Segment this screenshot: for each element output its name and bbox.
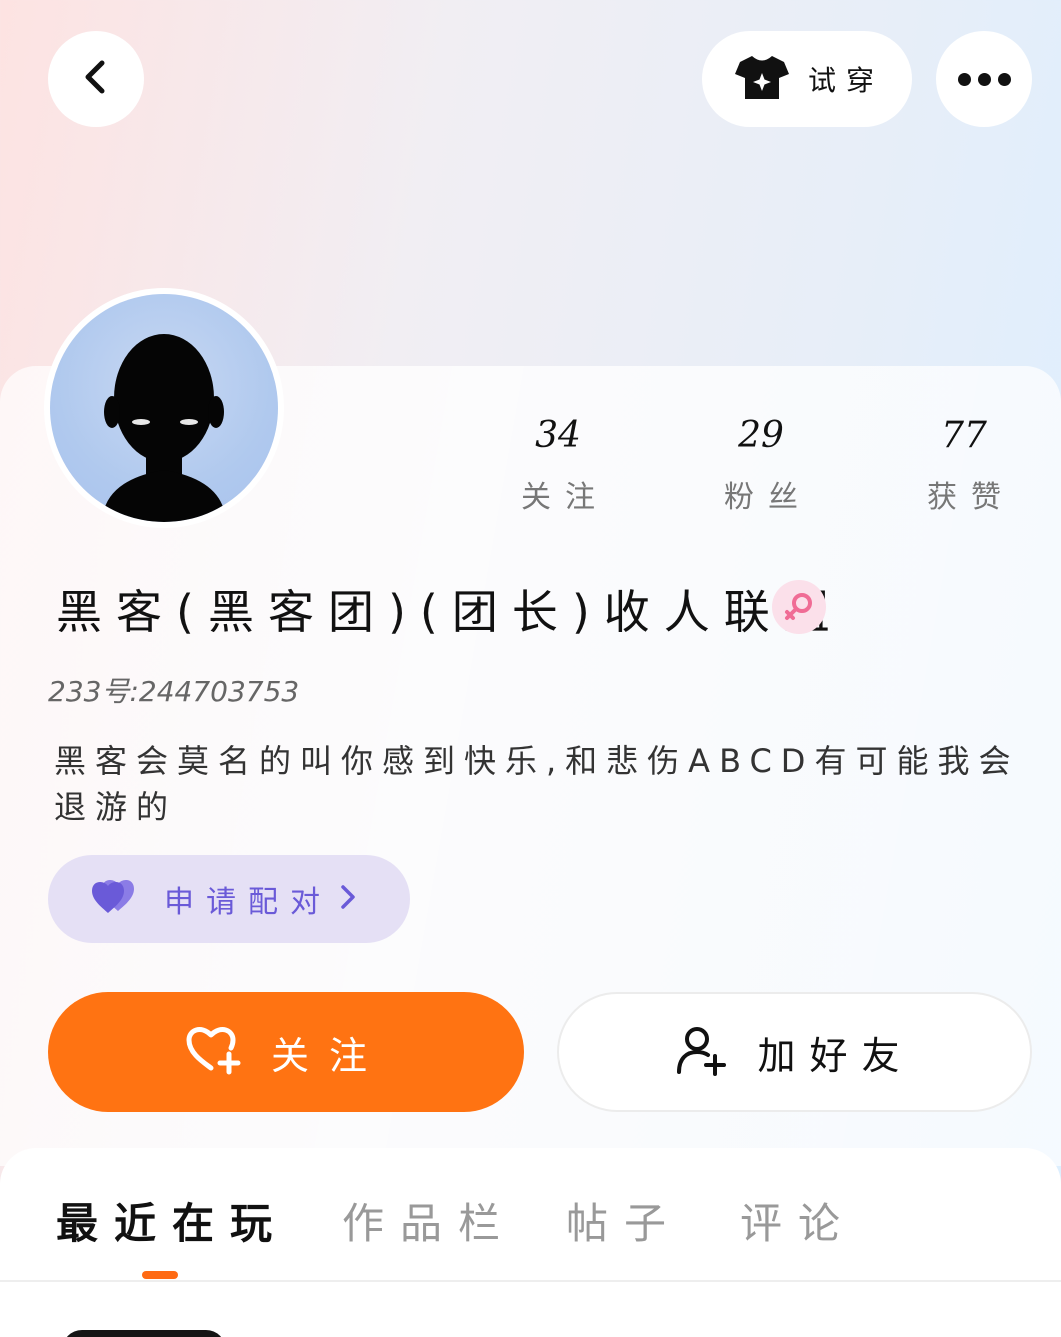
tab-divider (0, 1280, 1061, 1282)
avatar[interactable] (44, 288, 284, 528)
female-icon (772, 580, 826, 634)
follow-button[interactable]: 关注 (48, 992, 524, 1112)
stat-label: 粉丝 (724, 480, 812, 515)
stat-value: 77 (941, 415, 987, 456)
chevron-left-icon (76, 57, 116, 101)
top-bar: 试穿 (0, 0, 1061, 140)
stat-label: 获赞 (927, 480, 1015, 515)
avatar-image (50, 294, 278, 522)
tab-posts[interactable]: 帖子 (566, 1190, 682, 1251)
stat-label: 关注 (521, 480, 609, 515)
request-pair-label: 申请配对 (164, 885, 332, 920)
tabs-panel: 最近在玩 作品栏 帖子 评论 (0, 1148, 1061, 1337)
bio-text: 黑客会莫名的叫你感到快乐,和悲伤ABCD有可能我会退游的 (54, 742, 1020, 826)
back-button[interactable] (48, 31, 144, 127)
username: 黑客(黑客团)(团长)收人联盟 (56, 585, 844, 639)
add-friend-button[interactable]: 加好友 (557, 992, 1032, 1112)
stat-fans[interactable]: 29 粉丝 (661, 410, 861, 516)
try-on-label: 试穿 (808, 64, 885, 97)
stat-value: 29 (738, 415, 784, 456)
active-tab-indicator (142, 1271, 178, 1279)
more-dots-icon (957, 72, 971, 86)
stat-likes[interactable]: 77 获赞 (864, 410, 1061, 516)
tab-works[interactable]: 作品栏 (342, 1190, 516, 1251)
add-friend-label: 加好友 (757, 1033, 914, 1078)
list-item-thumbnail[interactable] (62, 1330, 226, 1337)
request-pair-button[interactable]: 申请配对 (48, 855, 410, 943)
user-id: 233号:244703753 (48, 675, 300, 708)
heart-plus-icon (185, 1024, 241, 1080)
stats-row: 34 关注 29 粉丝 77 获赞 (458, 410, 1061, 530)
follow-label: 关注 (270, 1033, 387, 1078)
stat-value: 34 (535, 415, 581, 456)
tab-recently-played[interactable]: 最近在玩 (56, 1190, 288, 1251)
try-on-button[interactable]: 试穿 (702, 31, 912, 127)
tshirt-sparkle-icon (734, 53, 790, 105)
tab-comments[interactable]: 评论 (740, 1190, 856, 1251)
chevron-right-icon (338, 883, 358, 915)
stat-following[interactable]: 34 关注 (458, 410, 658, 516)
double-heart-icon (88, 878, 138, 920)
more-button[interactable] (936, 31, 1032, 127)
user-plus-icon (675, 1024, 727, 1080)
